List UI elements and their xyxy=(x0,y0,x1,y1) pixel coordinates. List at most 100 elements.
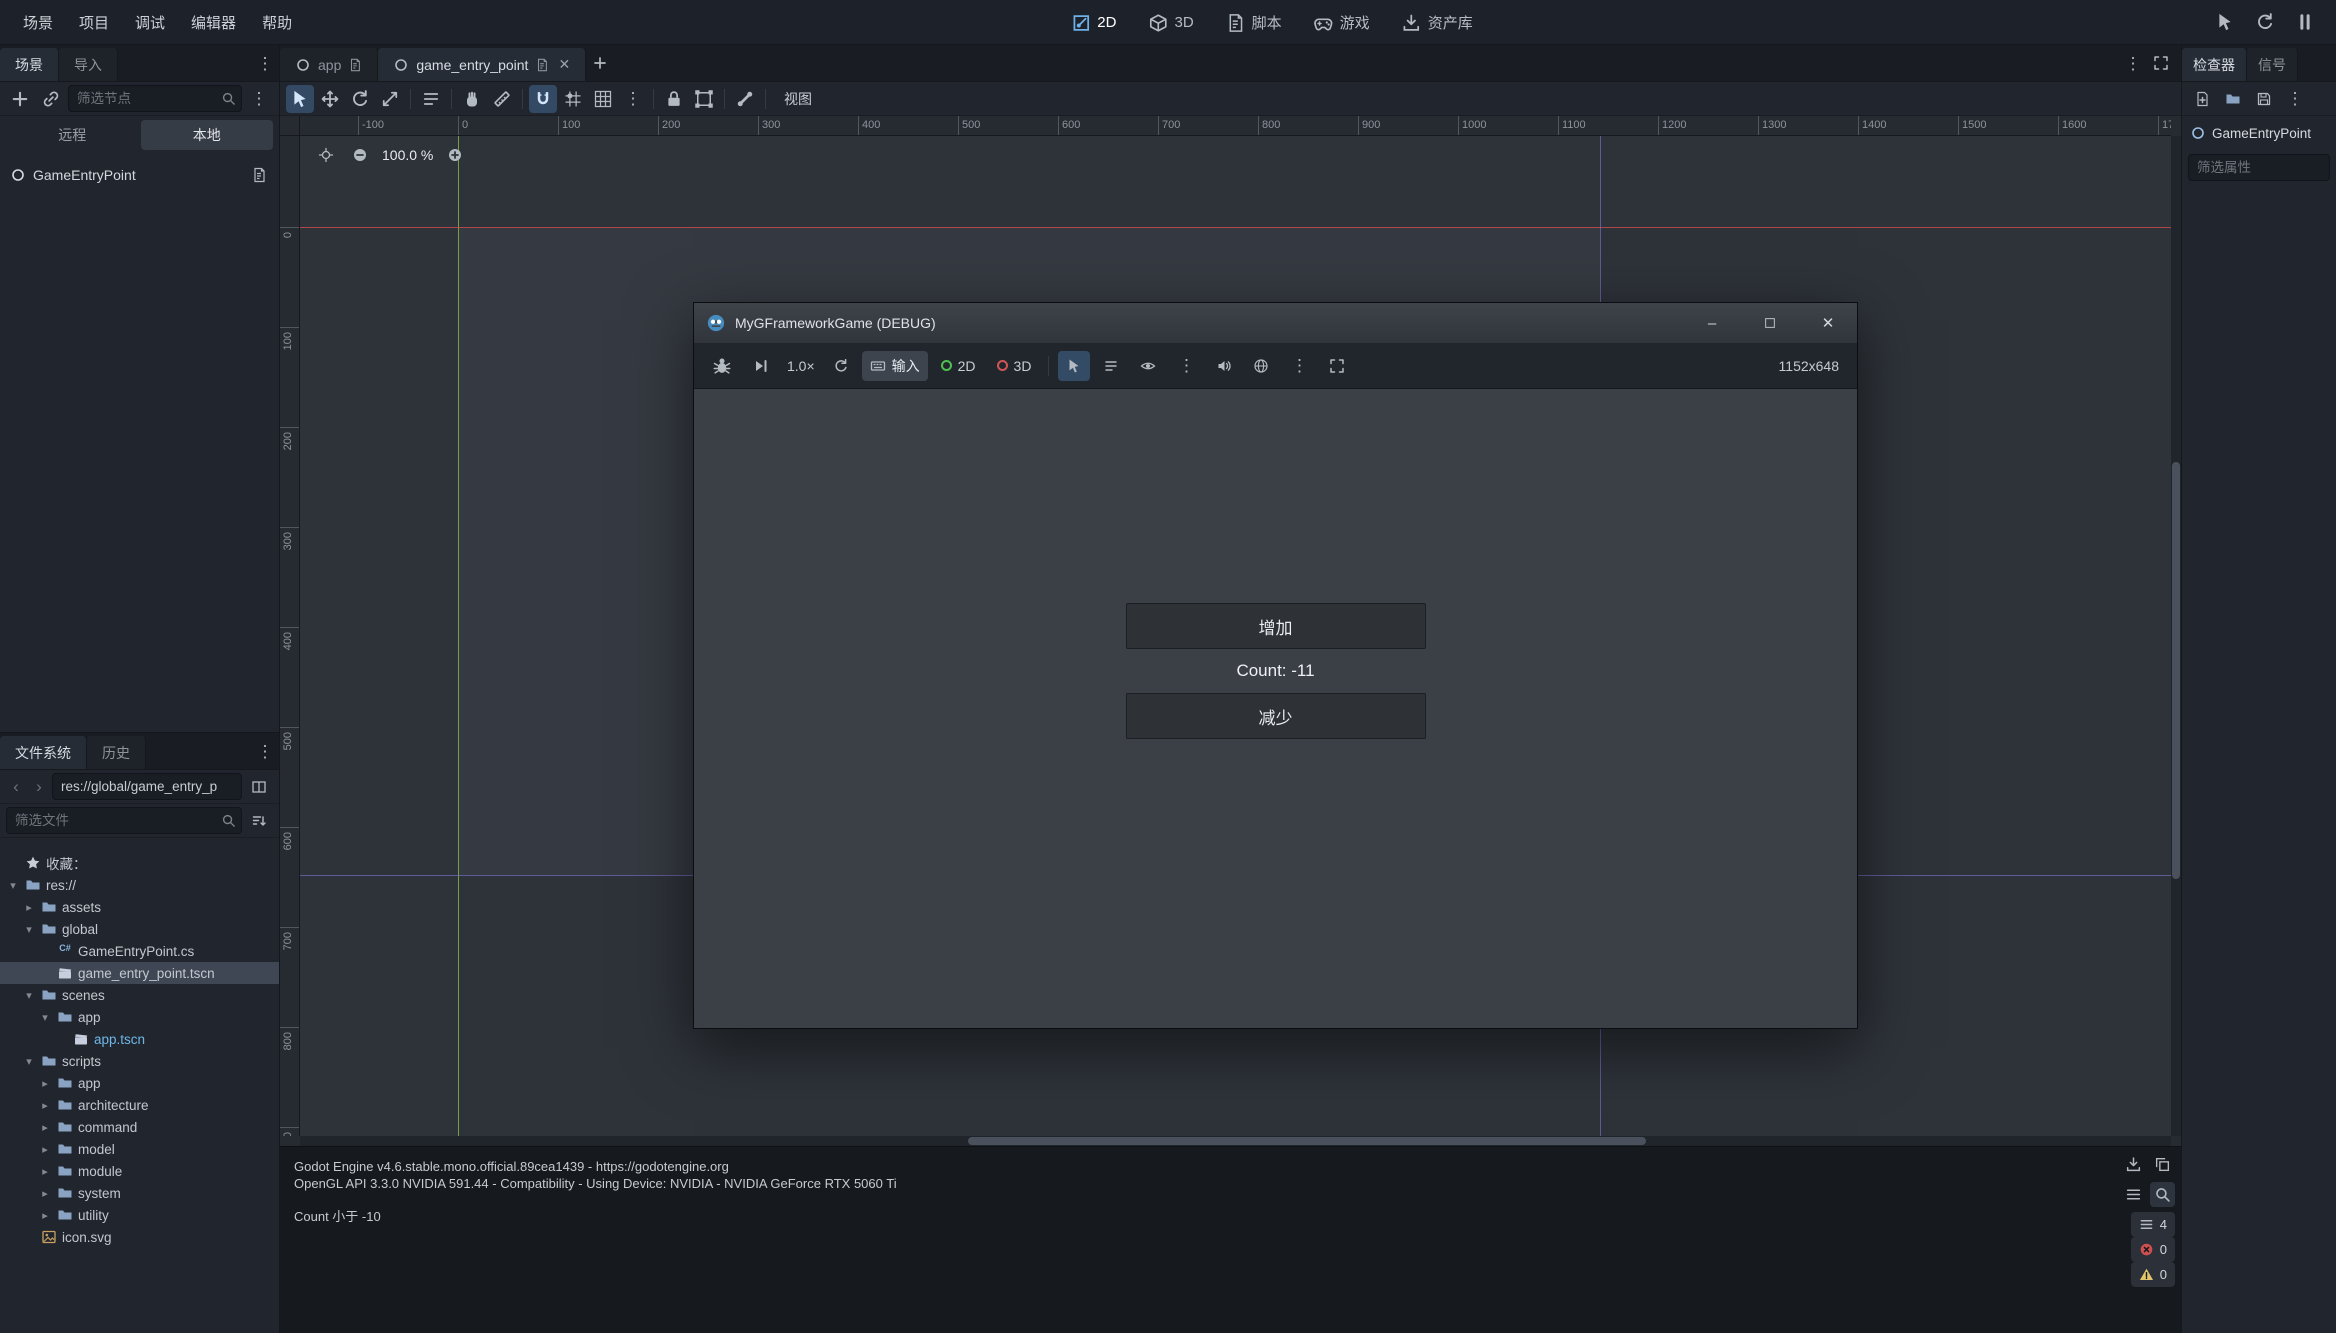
list-tool-button[interactable] xyxy=(417,85,445,113)
file-tree-item[interactable]: ▸module xyxy=(0,1160,279,1182)
file-tree-item[interactable]: ▾global xyxy=(0,918,279,940)
scene-tree-options-button[interactable]: ⋮ xyxy=(245,85,273,113)
pause-button[interactable] xyxy=(2290,7,2320,37)
error-count-badge[interactable]: 0 xyxy=(2131,1237,2175,1262)
menu-item[interactable]: 帮助 xyxy=(249,0,305,45)
history-back-button[interactable]: ‹ xyxy=(6,773,26,801)
debug-options-button[interactable] xyxy=(704,351,740,381)
file-tree-item[interactable]: ▾scripts xyxy=(0,1050,279,1072)
load-resource-button[interactable] xyxy=(2219,85,2247,113)
tree-arrow-icon[interactable]: ▸ xyxy=(38,1077,52,1090)
edited-object-row[interactable]: GameEntryPoint xyxy=(2182,116,2336,150)
file-tree-item[interactable]: ▸model xyxy=(0,1138,279,1160)
scrollbar-thumb[interactable] xyxy=(2172,462,2180,879)
camera-override-2d-button[interactable]: 2D xyxy=(933,351,984,381)
tree-arrow-icon[interactable]: ▾ xyxy=(38,1011,52,1024)
scene-tab[interactable]: game_entry_point✕ xyxy=(378,48,586,81)
inspector-options-button[interactable]: ⋮ xyxy=(2281,85,2309,113)
group-tool-button[interactable] xyxy=(690,85,718,113)
debug-draw-button[interactable] xyxy=(1245,351,1277,381)
mute-audio-button[interactable] xyxy=(1208,351,1240,381)
filter-messages-button[interactable] xyxy=(2121,1182,2146,1207)
file-tree-item[interactable]: ▸command xyxy=(0,1116,279,1138)
filter-files-input[interactable] xyxy=(6,807,242,834)
instance-scene-button[interactable] xyxy=(37,85,65,113)
file-tree-item[interactable]: ▸app xyxy=(0,1072,279,1094)
tree-arrow-icon[interactable]: ▸ xyxy=(38,1143,52,1156)
scene-tabs-options-button[interactable]: ⋮ xyxy=(2119,49,2147,77)
file-tree-item[interactable]: ▾app xyxy=(0,1006,279,1028)
bone-tool-button[interactable] xyxy=(731,85,759,113)
game-window-titlebar[interactable]: MyGFrameworkGame (DEBUG) – ✕ xyxy=(694,303,1857,343)
file-tree-item[interactable]: game_entry_point.tscn xyxy=(0,962,279,984)
maximize-button[interactable] xyxy=(1741,303,1799,343)
workspace-button[interactable]: 资产库 xyxy=(1389,6,1486,39)
workspace-button[interactable]: 游戏 xyxy=(1301,6,1383,39)
select-mode-button[interactable] xyxy=(1058,351,1090,381)
visibility-button[interactable] xyxy=(1132,351,1164,381)
inspector-tab[interactable]: 检查器 xyxy=(2182,48,2247,81)
menu-item[interactable]: 场景 xyxy=(10,0,66,45)
split-view-button[interactable] xyxy=(245,773,273,801)
filesystem-menu-button[interactable]: ⋮ xyxy=(251,737,279,765)
ruler-tool-button[interactable] xyxy=(488,85,516,113)
close-scene-tab-icon[interactable]: ✕ xyxy=(558,56,570,73)
zoom-in-button[interactable] xyxy=(441,141,469,169)
filter-nodes-input[interactable] xyxy=(68,85,242,112)
copy-log-button[interactable] xyxy=(2150,1152,2175,1177)
decrease-button[interactable]: 减少 xyxy=(1126,693,1426,739)
file-tree-item[interactable]: ▾scenes xyxy=(0,984,279,1006)
current-path-input[interactable] xyxy=(52,773,242,800)
selection-list-button[interactable] xyxy=(1095,351,1127,381)
workspace-button[interactable]: 3D xyxy=(1135,6,1206,39)
magnet-tool-button[interactable] xyxy=(529,85,557,113)
vertical-scrollbar[interactable] xyxy=(2171,136,2181,1136)
increase-button[interactable]: 增加 xyxy=(1126,603,1426,649)
file-tree-item[interactable]: ▸utility xyxy=(0,1204,279,1226)
scrollbar-thumb[interactable] xyxy=(968,1137,1646,1145)
warning-count-badge[interactable]: 0 xyxy=(2131,1262,2175,1287)
zoom-reset-button[interactable]: 100.0 % xyxy=(380,147,435,163)
tree-arrow-icon[interactable]: ▸ xyxy=(38,1099,52,1112)
input-mode-button[interactable]: 输入 xyxy=(862,351,928,381)
scene-tab[interactable]: app xyxy=(280,48,378,81)
remote-tab[interactable]: 远程 xyxy=(6,120,139,150)
selection-options-button[interactable]: ⋮ xyxy=(1169,351,1203,381)
local-tab[interactable]: 本地 xyxy=(141,120,274,150)
scale-tool-button[interactable] xyxy=(376,85,404,113)
add-node-button[interactable] xyxy=(6,85,34,113)
tree-arrow-icon[interactable]: ▸ xyxy=(38,1165,52,1178)
new-scene-tab-button[interactable] xyxy=(586,49,614,77)
center-view-button[interactable] xyxy=(312,141,340,169)
file-tree-item[interactable]: C#GameEntryPoint.cs xyxy=(0,940,279,962)
file-tree-item[interactable]: ▸system xyxy=(0,1182,279,1204)
workspace-button[interactable]: 脚本 xyxy=(1213,6,1295,39)
camera-override-3d-button[interactable]: 3D xyxy=(989,351,1040,381)
tree-arrow-icon[interactable]: ▾ xyxy=(22,1055,36,1068)
filesystem-tab[interactable]: 历史 xyxy=(87,736,146,769)
tree-arrow-icon[interactable]: ▸ xyxy=(22,901,36,914)
menu-item[interactable]: 项目 xyxy=(66,0,122,45)
new-resource-button[interactable] xyxy=(2188,85,2216,113)
save-resource-button[interactable] xyxy=(2250,85,2278,113)
canvas[interactable]: 100.0 % MyGFrameworkGame (DEBUG) – ✕ xyxy=(300,136,2171,1136)
search-log-button[interactable] xyxy=(2150,1182,2175,1207)
save-log-button[interactable] xyxy=(2121,1152,2146,1177)
sort-files-button[interactable] xyxy=(245,807,273,835)
tree-arrow-icon[interactable]: ▸ xyxy=(38,1187,52,1200)
menu-item[interactable]: 编辑器 xyxy=(178,0,249,45)
file-tree-item[interactable]: 收藏： xyxy=(0,852,279,874)
scene-dock-tab[interactable]: 导入 xyxy=(59,48,118,81)
rotate-tool-button[interactable] xyxy=(346,85,374,113)
open-script-button[interactable] xyxy=(245,161,273,189)
more-options-button[interactable]: ⋮ xyxy=(1282,351,1316,381)
file-tree-item[interactable]: icon.svg xyxy=(0,1226,279,1248)
dots-tool-button[interactable]: ⋮ xyxy=(619,85,647,113)
tree-arrow-icon[interactable]: ▸ xyxy=(38,1121,52,1134)
filter-properties-input[interactable] xyxy=(2188,154,2330,181)
hand-tool-button[interactable] xyxy=(458,85,486,113)
tree-arrow-icon[interactable]: ▾ xyxy=(6,879,20,892)
move-tool-button[interactable] xyxy=(316,85,344,113)
horizontal-scrollbar[interactable] xyxy=(300,1136,2171,1146)
distraction-free-button[interactable] xyxy=(2147,49,2175,77)
